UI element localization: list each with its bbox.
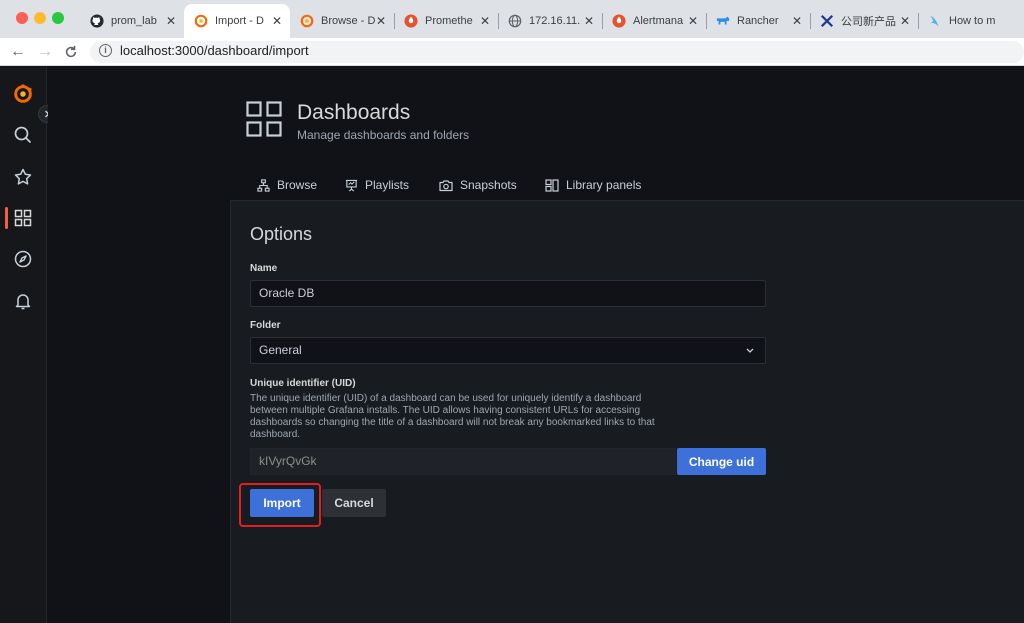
uid-label: Unique identifier (UID) — [250, 378, 356, 389]
rancher-icon — [716, 14, 730, 28]
browser-tab[interactable]: prom_lab ✕ — [80, 4, 184, 38]
browser-tab[interactable]: 公司新产品 ✕ — [810, 4, 918, 38]
tab-playlists[interactable]: Playlists — [345, 177, 409, 193]
tab-label: Browse - D — [321, 15, 376, 27]
name-label: Name — [250, 263, 278, 274]
cancel-button[interactable]: Cancel — [322, 489, 386, 517]
alerting-bell-icon[interactable] — [12, 290, 34, 312]
close-icon[interactable]: ✕ — [900, 14, 910, 28]
tab-label: Rancher — [737, 15, 779, 27]
name-value: Oracle DB — [259, 286, 315, 300]
close-icon[interactable]: ✕ — [584, 14, 594, 28]
search-icon[interactable] — [12, 124, 34, 146]
tab-label: prom_lab — [111, 15, 157, 27]
close-icon[interactable]: ✕ — [272, 14, 282, 28]
grafana-icon — [194, 14, 208, 28]
tab-label: 公司新产品 — [841, 16, 896, 28]
camera-icon — [439, 179, 453, 192]
tab-browse[interactable]: Browse — [257, 177, 317, 193]
import-button[interactable]: Import — [250, 489, 314, 517]
grafana-icon — [300, 14, 314, 28]
browser-tab[interactable]: Rancher ✕ — [706, 4, 810, 38]
dashboards-icon[interactable] — [12, 207, 34, 229]
page-subtitle: Manage dashboards and folders — [297, 128, 470, 142]
grafana-logo-icon[interactable] — [12, 83, 34, 105]
tab-label: How to m — [949, 15, 996, 27]
close-icon[interactable]: ✕ — [480, 14, 490, 28]
url-text[interactable]: localhost:3000/dashboard/import — [120, 43, 309, 58]
explore-icon[interactable] — [12, 248, 34, 270]
alertmanager-icon — [612, 14, 626, 28]
globe-icon — [508, 14, 522, 28]
tab-label: 172.16.11. — [529, 15, 581, 27]
side-menu — [0, 67, 47, 623]
close-window-button[interactable] — [16, 12, 28, 24]
browser-tab[interactable]: How to m — [918, 4, 1024, 38]
maximize-window-button[interactable] — [52, 12, 64, 24]
tab-label: Import - D — [215, 15, 264, 27]
tab-label: Snapshots — [460, 178, 517, 192]
uid-value: kIVyrQvGk — [259, 454, 317, 468]
folder-select[interactable]: General — [250, 337, 766, 364]
close-icon[interactable]: ✕ — [166, 14, 176, 28]
tools-icon — [820, 14, 834, 28]
folder-value: General — [259, 343, 302, 357]
page-title: Dashboards — [297, 101, 411, 124]
name-input[interactable]: Oracle DB — [250, 280, 766, 307]
options-title: Options — [250, 224, 313, 244]
tab-label: Alertmana — [633, 15, 684, 27]
tab-label: Promethe — [425, 15, 473, 27]
change-uid-button[interactable]: Change uid — [677, 448, 766, 475]
close-icon[interactable]: ✕ — [792, 14, 802, 28]
github-icon — [90, 14, 104, 28]
prometheus-icon — [404, 14, 418, 28]
chevron-down-icon — [745, 338, 755, 373]
library-panels-icon — [545, 178, 559, 192]
bird-icon — [928, 14, 942, 28]
browser-tab[interactable]: Import - D ✕ — [184, 4, 290, 38]
uid-description: The unique identifier (UID) of a dashboa… — [250, 393, 655, 440]
star-icon[interactable] — [12, 166, 34, 188]
active-indicator — [5, 207, 8, 229]
tab-label: Playlists — [365, 178, 410, 192]
browser-tab[interactable]: 172.16.11. ✕ — [498, 4, 602, 38]
back-icon[interactable]: ← — [10, 43, 26, 61]
close-icon[interactable]: ✕ — [376, 14, 386, 28]
close-icon[interactable]: ✕ — [688, 14, 698, 28]
browser-tab[interactable]: Browse - D ✕ — [290, 4, 394, 38]
browser-tab[interactable]: Alertmana ✕ — [602, 4, 706, 38]
tab-snapshots[interactable]: Snapshots — [439, 177, 517, 193]
folder-label: Folder — [250, 320, 281, 331]
browser-tab-bar: prom_lab ✕ Import - D ✕ Browse - D ✕ Pro… — [0, 0, 1024, 38]
info-icon[interactable]: i — [99, 44, 112, 57]
uid-input: kIVyrQvGk — [250, 448, 676, 475]
tab-label: Browse — [277, 178, 318, 192]
sitemap-icon — [257, 178, 270, 192]
tab-label: Library panels — [566, 178, 642, 192]
presentation-icon — [345, 179, 358, 192]
dashboards-icon — [246, 101, 282, 142]
forward-icon[interactable]: → — [37, 43, 53, 61]
minimize-window-button[interactable] — [34, 12, 46, 24]
tab-library-panels[interactable]: Library panels — [545, 177, 641, 193]
reload-icon[interactable] — [64, 43, 78, 64]
browser-tab[interactable]: Promethe ✕ — [394, 4, 498, 38]
